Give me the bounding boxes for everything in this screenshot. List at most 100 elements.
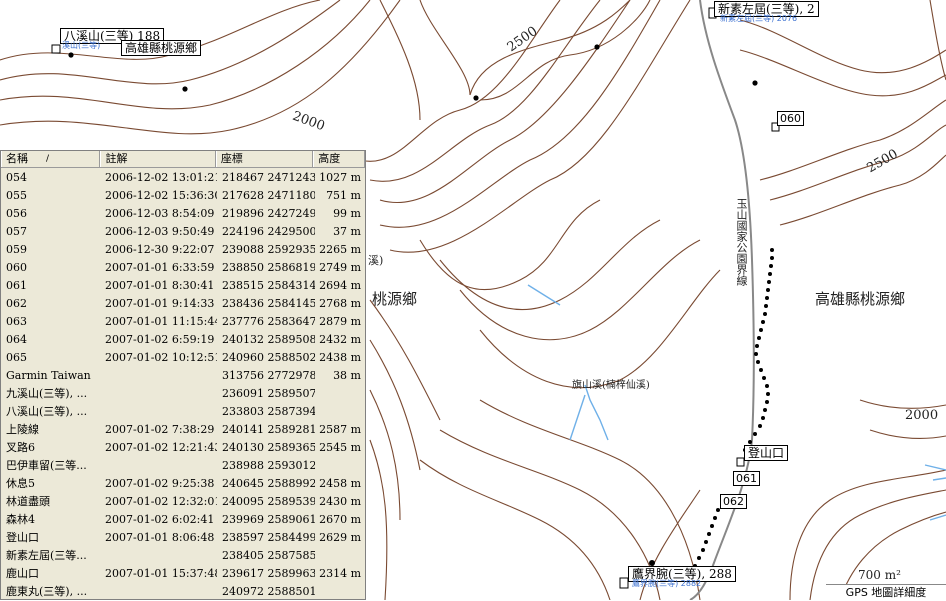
cell-altitude: 2430 m [319, 494, 361, 508]
cell-altitude: 2879 m [319, 314, 361, 328]
col-header-name[interactable]: 名稱 / [1, 151, 101, 167]
cell-altitude: 37 m [333, 224, 361, 238]
cell-coordinates: 240141 2589281 [222, 422, 315, 436]
cell-coordinates: 240960 2588502 [222, 350, 315, 364]
cell-coordinates: 239617 2589963 [222, 566, 315, 580]
cell-name: 鹿東丸(三等), ... [6, 585, 88, 598]
waypoint-tag-trailhead[interactable]: 登山口 [744, 445, 789, 461]
table-row[interactable]: 063 2007-01-01 11:15:44 237776 2583647 2879… [1, 312, 365, 330]
township-label-partial: 桃源鄉 [372, 290, 418, 308]
table-row[interactable]: 八溪山(三等), ... 233803 2587394 [1, 402, 365, 420]
cell-coordinates: 240132 2589508 [222, 332, 315, 346]
partial-map-note: 溪) [368, 254, 384, 267]
waypoint-list-panel: 名稱 / 註解 座標 高度 054 2006-12-02 13:01:21 2184… [0, 150, 366, 600]
cell-name: 061 [6, 278, 27, 292]
table-row[interactable]: 060 2007-01-01 6:33:59 238850 2586819 2749 … [1, 258, 365, 276]
cell-altitude: 2265 m [319, 242, 361, 256]
cell-coordinates: 237776 2583647 [222, 314, 315, 328]
cell-comment: 2006-12-03 9:50:49 [105, 224, 215, 238]
table-row[interactable]: 065 2007-01-02 10:12:51 240960 2588502 2438… [1, 348, 365, 366]
cell-coordinates: 239088 2592935 [222, 242, 315, 256]
table-row[interactable]: 上陵線 2007-01-02 7:38:29 240141 2589281 2587 … [1, 420, 365, 438]
area-mark: 700 m² [858, 568, 901, 582]
table-row[interactable]: 055 2006-12-02 15:36:30 217628 2471180 751 … [1, 186, 365, 204]
table-row[interactable]: 叉路6 2007-01-02 12:21:43 240130 2589365 2545… [1, 438, 365, 456]
table-row[interactable]: 登山口 2007-01-01 8:06:48 238597 2584499 2629 … [1, 528, 365, 546]
cell-comment: 2006-12-03 8:54:09 [105, 206, 215, 220]
cell-altitude: 99 m [333, 206, 361, 220]
gps-detail-label: GPS 地圖詳細度 [826, 584, 946, 601]
cell-coordinates: 240972 2588501 [222, 584, 315, 598]
cell-name: 九溪山(三等), ... [6, 387, 88, 400]
col-header-comment[interactable]: 註解 [100, 151, 216, 167]
cell-altitude: 2432 m [319, 332, 361, 346]
cell-name: 060 [6, 260, 27, 274]
table-row[interactable]: 休息5 2007-01-02 9:25:38 240645 2588992 2458 … [1, 474, 365, 492]
cell-altitude: 1027 m [319, 170, 361, 184]
waypoint-tag-061[interactable]: 061 [733, 471, 760, 486]
cell-name: 063 [6, 314, 27, 328]
cell-name: 森林4 [6, 513, 35, 526]
township-tag-box[interactable]: 高雄縣桃源鄉 [121, 40, 202, 56]
table-row[interactable]: 鹿山口 2007-01-01 15:37:48 239617 2589963 2314… [1, 564, 365, 582]
cell-comment: 2006-12-30 9:22:07 [105, 242, 215, 256]
cell-coordinates: 224196 2429500 [222, 224, 315, 238]
cell-coordinates: 239969 2589061 [222, 512, 315, 526]
table-row[interactable]: 新素左屆(三等... 238405 2587585 [1, 546, 365, 564]
waypoint-tag-060[interactable]: 060 [777, 111, 804, 126]
cell-comment: 2007-01-02 6:02:41 [105, 512, 215, 526]
cell-altitude: 2545 m [319, 440, 361, 454]
col-header-name-label: 名稱 [6, 152, 28, 165]
cell-coordinates: 238436 2584145 [222, 296, 315, 310]
cell-comment: 2007-01-01 9:14:33 [105, 296, 215, 310]
cell-comment: 2007-01-02 7:38:29 [105, 422, 215, 436]
cell-coordinates: 233803 2587394 [222, 404, 315, 418]
table-row[interactable]: 鹿東丸(三等), ... 240972 2588501 [1, 582, 365, 599]
boundary-label: 玉山國家公園界線 [735, 198, 748, 286]
cell-name: 056 [6, 206, 27, 220]
col-header-altitude[interactable]: 高度 [313, 151, 365, 167]
cell-coordinates: 219896 2427249 [222, 206, 315, 220]
table-row[interactable]: 057 2006-12-03 9:50:49 224196 2429500 37 m [1, 222, 365, 240]
table-row[interactable]: 061 2007-01-01 8:30:41 238515 2584314 2694 … [1, 276, 365, 294]
cell-altitude: 2314 m [319, 566, 361, 580]
cell-altitude: 2438 m [319, 350, 361, 364]
cell-comment: 2007-01-01 8:30:41 [105, 278, 215, 292]
cell-comment: 2007-01-01 15:37:48 [105, 566, 217, 580]
cell-name: 055 [6, 188, 27, 202]
waypoint-tag-062[interactable]: 062 [720, 494, 747, 509]
table-row[interactable]: 森林4 2007-01-02 6:02:41 239969 2589061 2670 … [1, 510, 365, 528]
waypoint-sub-bashishan: 溪山(三等) [62, 41, 101, 50]
cell-name: 巴伊車留(三等... [6, 459, 87, 472]
township-label-right: 高雄縣桃源鄉 [815, 290, 906, 308]
cell-name: 上陵線 [6, 423, 39, 436]
cell-name: 064 [6, 332, 27, 346]
cell-altitude: 2587 m [319, 422, 361, 436]
table-row[interactable]: 054 2006-12-02 13:01:21 218467 2471243 1027… [1, 168, 365, 186]
table-row[interactable]: Garmin Taiwan 313756 2772978 38 m [1, 366, 365, 384]
cell-name: Garmin Taiwan [6, 368, 91, 382]
cell-name: 059 [6, 242, 27, 256]
cell-name: 鹿山口 [6, 567, 39, 580]
table-row[interactable]: 059 2006-12-30 9:22:07 239088 2592935 2265 … [1, 240, 365, 258]
table-row[interactable]: 巴伊車留(三等... 238988 2593012 [1, 456, 365, 474]
cell-altitude: 2749 m [319, 260, 361, 274]
col-header-coordinates[interactable]: 座標 [215, 151, 314, 167]
cell-coordinates: 240130 2589365 [222, 440, 315, 454]
cell-comment: 2007-01-01 8:06:48 [105, 530, 215, 544]
table-row[interactable]: 林道盡頭 2007-01-02 12:32:01 240095 2589539 243… [1, 492, 365, 510]
table-row[interactable]: 056 2006-12-03 8:54:09 219896 2427249 99 m [1, 204, 365, 222]
stream-label: 旗山溪(楠梓仙溪) [572, 380, 650, 391]
cell-name: 054 [6, 170, 27, 184]
table-row[interactable]: 062 2007-01-01 9:14:33 238436 2584145 2768 … [1, 294, 365, 312]
cell-coordinates: 240645 2588992 [222, 476, 315, 490]
cell-name: 057 [6, 224, 27, 238]
cell-comment: 2007-01-02 12:21:43 [105, 440, 217, 454]
table-row[interactable]: 九溪山(三等), ... 236091 2589507 [1, 384, 365, 402]
cell-coordinates: 217628 2471180 [222, 188, 315, 202]
waypoint-rows: 054 2006-12-02 13:01:21 218467 2471243 1027… [1, 168, 365, 599]
sort-indicator-icon: / [46, 154, 50, 164]
cell-coordinates: 236091 2589507 [222, 386, 315, 400]
table-row[interactable]: 064 2007-01-02 6:59:19 240132 2589508 2432 … [1, 330, 365, 348]
cell-comment: 2007-01-02 6:59:19 [105, 332, 215, 346]
